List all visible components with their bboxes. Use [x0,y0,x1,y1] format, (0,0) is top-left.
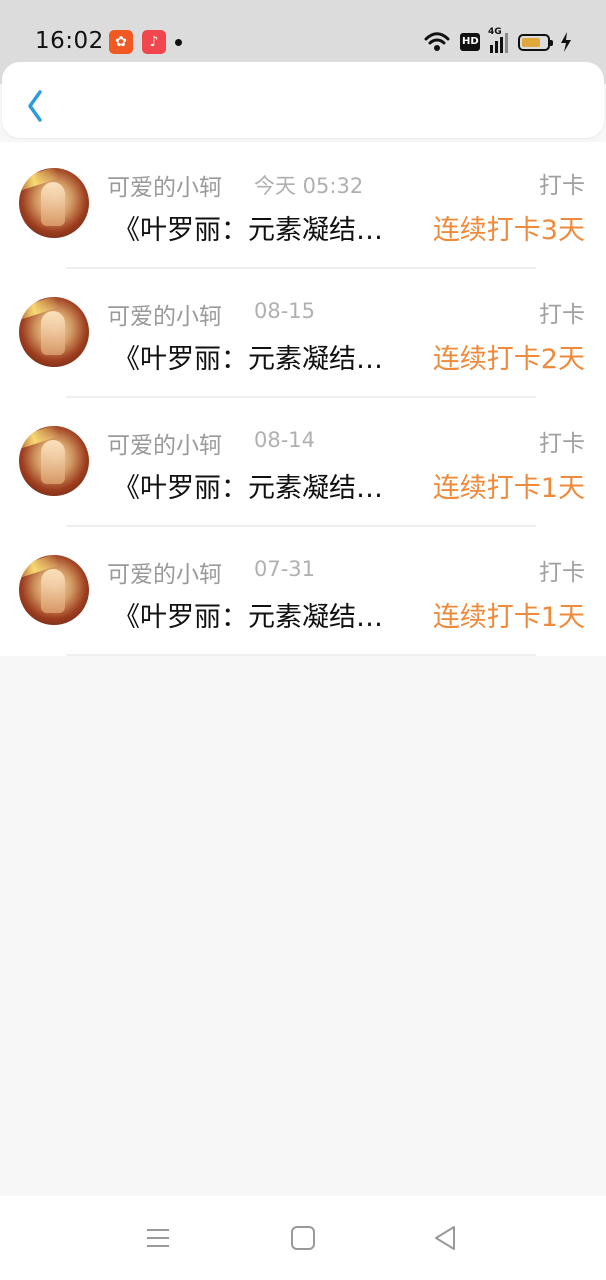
status-icons: HD 4G [424,27,572,54]
hd-badge: HD [460,33,480,51]
music-icon: ♪ [142,30,166,54]
book-title: 《叶罗丽：元素凝结… [113,602,383,633]
checkin-label: 打卡 [539,431,585,457]
chevron-left-icon[interactable] [20,86,50,126]
divider [66,396,536,398]
signal-icon: 4G [488,27,508,53]
checkin-list: 可爱的小轲 今天 05:32 打卡 《叶罗丽：元素凝结… 连续打卡3天 可爱的小… [0,142,606,656]
streak-text: 连续打卡1天 [432,473,585,504]
list-item[interactable]: 可爱的小轲 07-31 打卡 《叶罗丽：元素凝结… 连续打卡1天 [0,529,606,658]
system-navbar [0,1196,606,1280]
streak-text: 连续打卡3天 [432,215,585,246]
user-name: 可爱的小轲 [107,304,222,330]
book-title: 《叶罗丽：元素凝结… [113,473,383,504]
avatar [19,297,89,367]
menu-icon[interactable] [142,1222,174,1254]
divider [66,267,536,269]
list-item[interactable]: 可爱的小轲 08-14 打卡 《叶罗丽：元素凝结… 连续打卡1天 [0,400,606,529]
checkin-label: 打卡 [539,173,585,199]
list-item[interactable]: 可爱的小轲 08-15 打卡 《叶罗丽：元素凝结… 连续打卡2天 [0,271,606,400]
home-icon[interactable] [287,1222,319,1254]
avatar [19,168,89,238]
avatar [19,426,89,496]
charging-icon [561,32,571,52]
battery-icon [518,33,553,51]
timestamp: 今天 05:32 [254,174,364,198]
book-title: 《叶罗丽：元素凝结… [113,344,383,375]
header [2,62,604,138]
network-label: 4G [488,27,502,37]
user-name: 可爱的小轲 [107,562,222,588]
timestamp: 07-31 [254,557,316,581]
user-name: 可爱的小轲 [107,175,222,201]
divider [66,525,536,527]
back-icon[interactable] [430,1222,462,1254]
checkin-label: 打卡 [539,560,585,586]
avatar [19,555,89,625]
timestamp: 08-14 [254,428,316,452]
timestamp: 08-15 [254,299,316,323]
book-title: 《叶罗丽：元素凝结… [113,215,383,246]
streak-text: 连续打卡1天 [432,602,585,633]
kuaishou-icon: ✿ [109,30,133,54]
wifi-icon [424,32,450,51]
checkin-label: 打卡 [539,302,585,328]
status-time: 16:02 [35,28,104,54]
list-item[interactable]: 可爱的小轲 今天 05:32 打卡 《叶罗丽：元素凝结… 连续打卡3天 [0,142,606,271]
battery-level [522,37,540,47]
user-name: 可爱的小轲 [107,433,222,459]
divider [66,654,536,656]
notification-dot [175,39,182,46]
streak-text: 连续打卡2天 [432,344,585,375]
